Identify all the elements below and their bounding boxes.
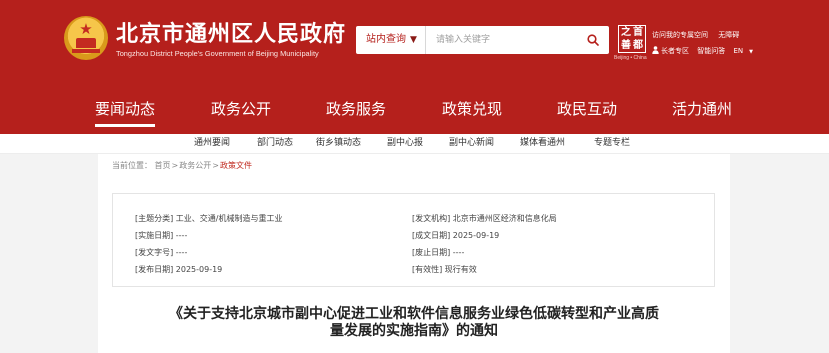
document-title: 《关于支持北京城市副中心促进工业和软件信息服务业绿色低碳转型和产业高质 量发展的…: [110, 306, 718, 340]
calligraphy-char-1: 之: [621, 27, 631, 38]
main-nav-item-gov-open[interactable]: 政务公开: [211, 97, 271, 121]
document-title-line1: 《关于支持北京城市副中心促进工业和软件信息服务业绿色低碳转型和产业高质: [169, 306, 659, 322]
breadcrumb-separator: >: [212, 161, 219, 170]
search-icon: [587, 34, 599, 46]
gate-icon: [76, 38, 96, 48]
site-header: ★ 北京市通州区人民政府 Tongzhou District People's …: [0, 0, 829, 134]
smart-qa-link[interactable]: 智能问答: [697, 47, 725, 55]
my-space-link[interactable]: 访问我的专属空间: [652, 31, 708, 39]
calligraphy-char-2: 首: [633, 27, 643, 38]
meta-issuer: [发文机构] 北京市通州区经济和信息化局: [412, 214, 557, 223]
content-area: 当前位置： 首页>政务公开>政策文件 [主题分类] 工业、交通/机械制造与重工业…: [0, 154, 829, 353]
breadcrumb-home[interactable]: 首页: [155, 161, 171, 170]
breadcrumb: 当前位置： 首页>政务公开>政策文件: [112, 160, 252, 171]
header-top: ★ 北京市通州区人民政府 Tongzhou District People's …: [0, 0, 829, 90]
national-emblem-icon[interactable]: ★: [64, 16, 108, 60]
sub-nav-item-2[interactable]: 部门动态: [257, 134, 293, 152]
sub-nav: 通州要闻 部门动态 街乡镇动态 副中心报 副中心新闻 媒体看通州 专题专栏: [0, 134, 829, 154]
breadcrumb-gov-open[interactable]: 政务公开: [179, 161, 211, 170]
main-nav-item-gov-service[interactable]: 政务服务: [326, 97, 386, 121]
meta-publish-date: [发布日期] 2025-09-19: [135, 265, 223, 274]
document-meta-box: [主题分类] 工业、交通/机械制造与重工业 [发文机构] 北京市通州区经济和信息…: [112, 193, 715, 287]
emblem-base: [72, 49, 100, 53]
meta-created-date: [成文日期] 2025-09-19: [412, 231, 500, 240]
chevron-down-icon: ▼: [749, 49, 753, 55]
top-links-row1: 访问我的专属空间 无障碍: [652, 30, 747, 40]
search-button[interactable]: [578, 26, 609, 54]
main-nav: 要闻动态 政务公开 政务服务 政策兑现 政民互动 活力通州: [0, 97, 829, 127]
elder-person-icon: [652, 46, 659, 54]
sub-nav-item-1[interactable]: 通州要闻: [194, 134, 230, 152]
meta-effective-date: [实施日期] ----: [135, 231, 188, 240]
sub-nav-item-7[interactable]: 专题专栏: [594, 134, 630, 152]
breadcrumb-current[interactable]: 政策文件: [220, 161, 252, 170]
calligraphy-char-3: 善: [621, 40, 631, 51]
search-input[interactable]: [426, 26, 576, 54]
main-nav-item-news[interactable]: 要闻动态: [95, 97, 156, 127]
sub-nav-item-3[interactable]: 街乡镇动态: [316, 134, 361, 152]
elder-zone-link[interactable]: 长者专区: [661, 47, 689, 55]
document-title-line2: 量发展的实施指南》的通知: [330, 323, 498, 339]
main-nav-item-vitality[interactable]: 活力通州: [672, 97, 732, 121]
calligraphy-char-4: 都: [633, 40, 643, 51]
meta-topic: [主题分类] 工业、交通/机械制造与重工业: [135, 214, 283, 223]
star-icon: ★: [79, 20, 93, 38]
caret-down-icon: ▼: [410, 35, 417, 45]
article-page: 当前位置： 首页>政务公开>政策文件 [主题分类] 工业、交通/机械制造与重工业…: [98, 154, 730, 353]
meta-doc-number: [发文字号] ----: [135, 248, 188, 257]
language-en-link[interactable]: EN: [733, 47, 743, 55]
sub-nav-item-4[interactable]: 副中心报: [387, 134, 423, 152]
meta-validity: [有效性] 现行有效: [412, 265, 477, 274]
search-box: 站内查询 ▼: [356, 26, 609, 54]
capital-calligraphy-logo[interactable]: 之 首 善 都: [618, 25, 646, 53]
meta-expire-date: [废止日期] ----: [412, 248, 465, 257]
site-title[interactable]: 北京市通州区人民政府: [116, 16, 346, 48]
breadcrumb-prefix: 当前位置：: [112, 161, 152, 170]
sub-nav-item-5[interactable]: 副中心新闻: [449, 134, 494, 152]
main-nav-item-interaction[interactable]: 政民互动: [557, 97, 617, 121]
main-nav-item-policy[interactable]: 政策兑现: [442, 97, 502, 121]
sub-nav-item-6[interactable]: 媒体看通州: [520, 134, 565, 152]
search-scope-label: 站内查询: [366, 34, 406, 45]
breadcrumb-separator: >: [171, 161, 179, 170]
site-subtitle: Tongzhou District People's Government of…: [116, 49, 319, 58]
search-scope-select[interactable]: 站内查询 ▼: [356, 26, 426, 54]
calligraphy-subtitle: Beijing • China: [614, 55, 647, 61]
accessibility-link[interactable]: 无障碍: [718, 31, 739, 39]
top-links-row2: 长者专区 智能问答 EN ▼: [652, 46, 759, 56]
